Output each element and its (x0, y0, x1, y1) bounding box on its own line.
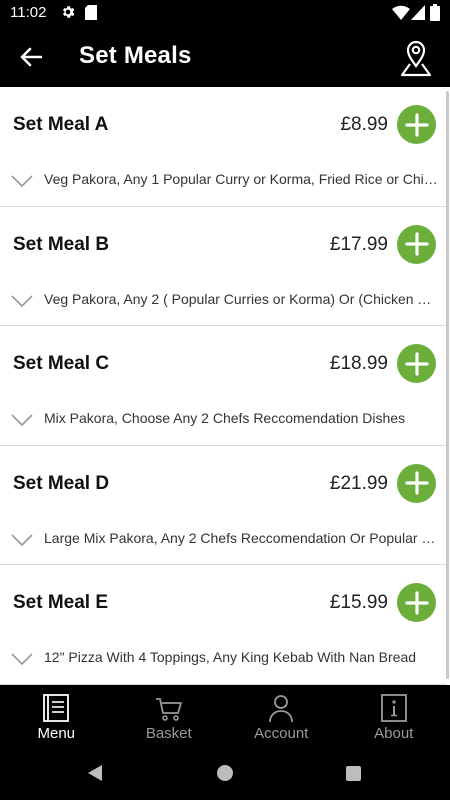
meal-price: £18.99 (329, 353, 388, 375)
system-recents-icon[interactable] (346, 766, 361, 781)
location-button[interactable] (394, 36, 438, 80)
settings-gear-icon (62, 6, 75, 18)
status-time: 11:02 (10, 4, 47, 21)
plus-icon (404, 591, 429, 615)
meal-name: Set Meal E (13, 592, 109, 614)
menu-book-icon (43, 694, 70, 722)
meal-item-b[interactable]: Set Meal B £17.99 Veg Pakora, Any 2 ( Po… (0, 206, 446, 327)
meal-name: Set Meal D (13, 472, 110, 494)
meal-list[interactable]: Set Meal A £8.99 Veg Pakora, Any 1 Popul… (0, 87, 450, 685)
sd-card-icon (85, 5, 97, 20)
meal-item-c[interactable]: Set Meal C £18.99 Mix Pakora, Choose Any… (0, 326, 446, 446)
meal-name: Set Meal A (13, 114, 109, 135)
meal-price: £17.99 (329, 233, 388, 255)
meal-description: Veg Pakora, Any 1 Popular Curry or Korma… (44, 171, 438, 187)
meal-item-e[interactable]: Set Meal E £15.99 12" Pizza With 4 Toppi… (0, 565, 446, 685)
meal-item-d[interactable]: Set Meal D £21.99 Large Mix Pakora, Any … (0, 445, 446, 566)
nav-item-about[interactable]: About (338, 685, 450, 747)
nav-label: Account (254, 725, 309, 742)
plus-icon (404, 112, 429, 137)
add-to-basket-button[interactable] (397, 344, 436, 384)
meal-name: Set Meal B (13, 233, 110, 255)
nav-label: Menu (37, 725, 76, 742)
bottom-nav: Menu Basket Account About (0, 685, 450, 747)
add-to-basket-button[interactable] (397, 224, 436, 264)
system-home-icon[interactable] (217, 765, 233, 781)
chevron-down-icon[interactable] (11, 534, 33, 546)
status-bar: 11:02 (0, 0, 450, 26)
add-to-basket-button[interactable] (397, 105, 436, 144)
meal-price: £15.99 (329, 592, 388, 614)
chevron-down-icon[interactable] (11, 295, 33, 307)
meal-description: Mix Pakora, Choose Any 2 Chefs Reccomend… (44, 410, 406, 427)
plus-icon (404, 471, 429, 495)
app-bar: Set Meals (0, 26, 450, 87)
add-to-basket-button[interactable] (397, 463, 436, 503)
nav-item-menu[interactable]: Menu (0, 685, 113, 747)
chevron-down-icon[interactable] (11, 653, 33, 666)
meal-item-a[interactable]: Set Meal A £8.99 Veg Pakora, Any 1 Popul… (0, 87, 446, 207)
plus-icon (404, 352, 429, 376)
info-icon (380, 694, 407, 722)
nav-label: About (374, 725, 414, 742)
meal-price: £21.99 (329, 472, 388, 494)
meal-description: 12" Pizza With 4 Toppings, Any King Keba… (44, 649, 417, 666)
page-title: Set Meals (79, 42, 192, 69)
map-location-icon (400, 40, 432, 77)
nav-item-basket[interactable]: Basket (113, 685, 226, 747)
system-back-icon[interactable] (86, 764, 104, 782)
person-icon (269, 695, 294, 723)
scrollbar-thumb[interactable] (446, 91, 449, 679)
nav-label: Basket (145, 725, 192, 742)
system-nav-bar (0, 747, 450, 800)
back-button[interactable] (12, 38, 50, 76)
battery-icon (430, 4, 440, 21)
nav-item-account[interactable]: Account (225, 685, 338, 747)
cart-icon (155, 698, 182, 721)
meal-name: Set Meal C (13, 353, 110, 375)
meal-description: Large Mix Pakora, Any 2 Chefs Reccomenda… (44, 529, 438, 546)
chevron-down-icon[interactable] (11, 175, 33, 187)
add-to-basket-button[interactable] (397, 583, 436, 623)
scrollbar[interactable] (446, 87, 450, 685)
meal-price: £8.99 (340, 114, 388, 135)
chevron-down-icon[interactable] (11, 414, 33, 427)
plus-icon (404, 232, 429, 256)
signal-icon (411, 5, 425, 20)
arrow-back-icon (20, 47, 42, 67)
wifi-icon (392, 5, 410, 20)
meal-description: Veg Pakora, Any 2 ( Popular Curries or K… (44, 290, 438, 307)
